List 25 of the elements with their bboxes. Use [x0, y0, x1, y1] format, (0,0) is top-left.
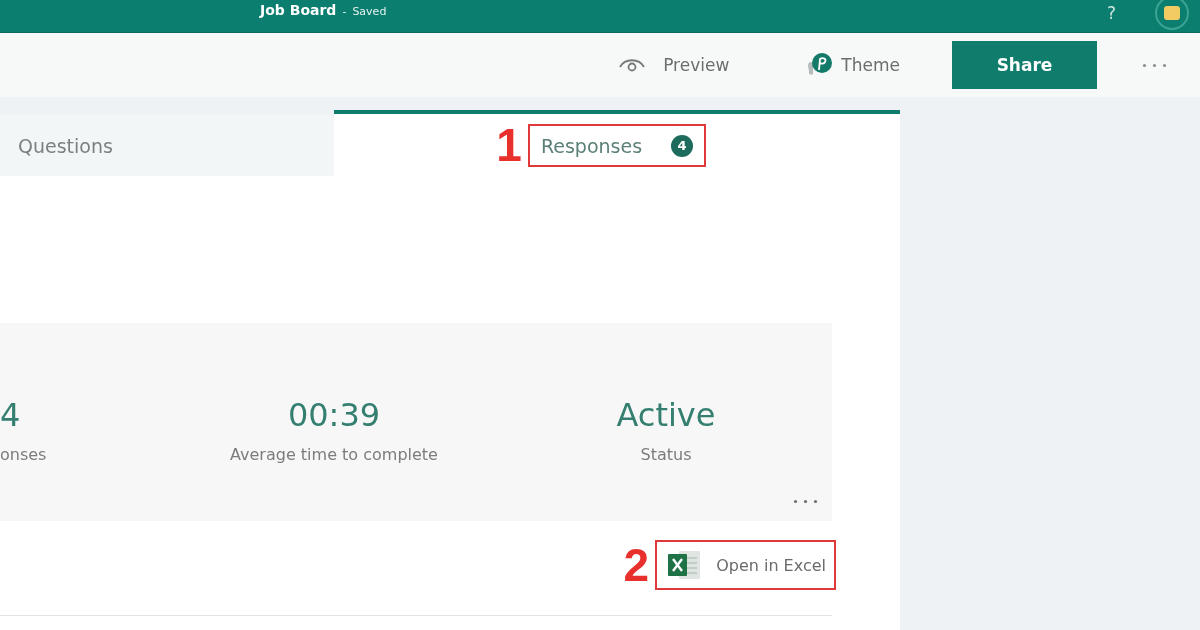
stat-label: Average time to complete: [230, 445, 438, 464]
spreadsheet-icon: [667, 550, 702, 580]
theme-button[interactable]: Theme: [807, 52, 900, 78]
title-separator: -: [342, 5, 347, 18]
help-button[interactable]: ?: [1106, 2, 1116, 24]
count-badge: 4: [671, 134, 694, 157]
preview-button[interactable]: Preview: [618, 55, 730, 75]
stat-value: Active: [616, 397, 716, 434]
stat-value: 00:39: [287, 397, 381, 434]
eye-icon: [618, 57, 647, 73]
annotation-number: 1: [496, 122, 522, 168]
more-icon: [793, 499, 818, 504]
avatar-icon[interactable]: [1154, 0, 1190, 31]
tab[interactable]: 1 Responses 4: [334, 110, 900, 176]
annotation-number: 2: [623, 542, 650, 588]
paint-icon: [807, 52, 834, 78]
more-icon: [1142, 62, 1167, 68]
stat-value: 4: [0, 397, 21, 434]
stat-label: Status: [640, 445, 692, 464]
share-button[interactable]: Share: [952, 41, 1097, 89]
stat-label: onses: [0, 445, 47, 464]
save-status: Saved: [352, 5, 387, 18]
more-button[interactable]: [1142, 62, 1167, 68]
tab[interactable]: Questions: [0, 115, 334, 176]
form-title: Job Board: [260, 2, 337, 18]
